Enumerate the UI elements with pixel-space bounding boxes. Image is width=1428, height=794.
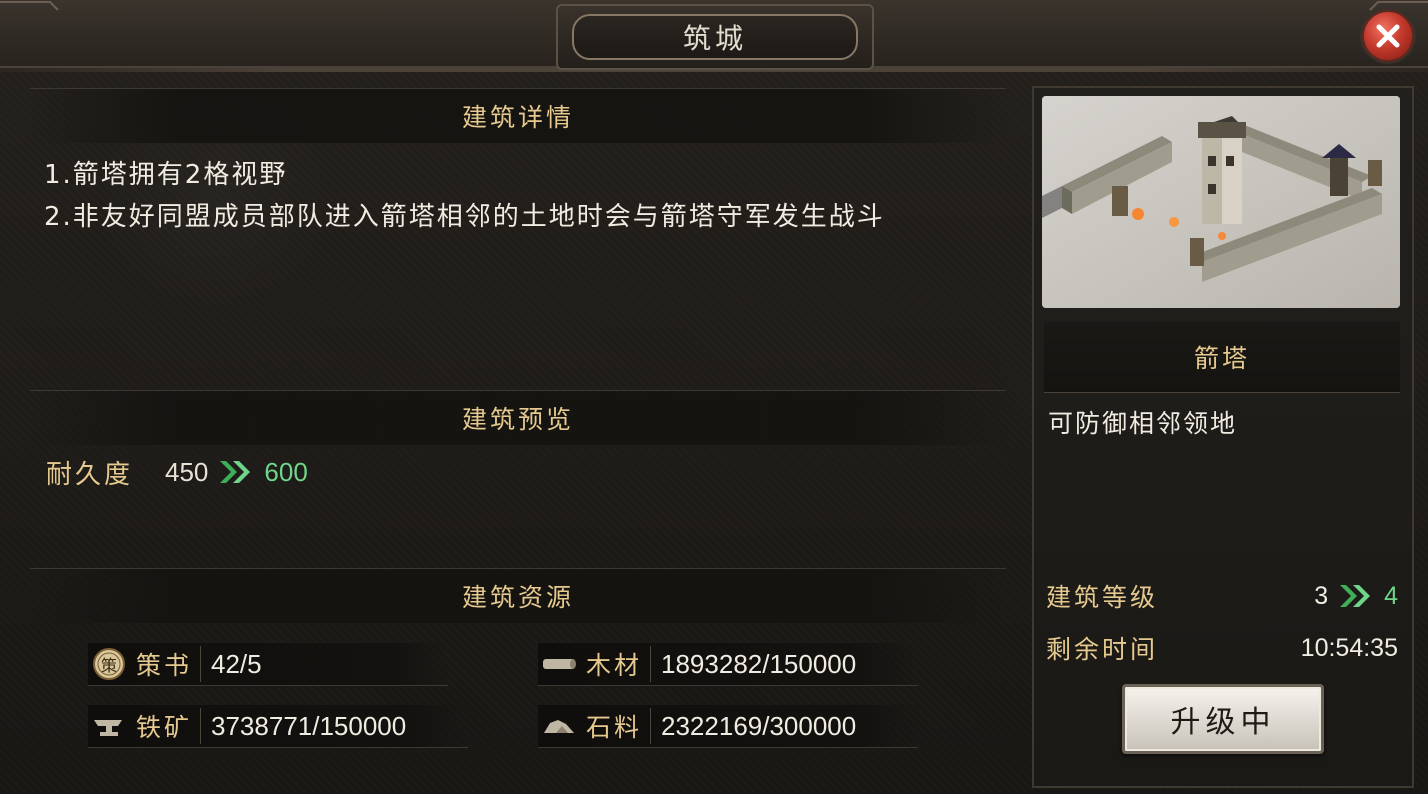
strategy-book-icon: 策: [88, 643, 130, 685]
wood-icon: [538, 643, 580, 685]
window-title: 筑城: [572, 14, 858, 60]
durability-current: 450: [165, 456, 209, 487]
building-card: 箭塔 可防御相邻领地 建筑等级 3 4 剩余时间 10:54:35 升级中: [1032, 86, 1414, 788]
resource-iron: 铁矿 3738771/150000: [88, 705, 468, 748]
resource-strategy-book: 策 策书 42/5: [88, 643, 448, 686]
building-name: 箭塔: [1044, 322, 1400, 393]
level-next: 4: [1384, 581, 1398, 610]
corner-ornament-left: [0, 1, 59, 11]
building-level-label: 建筑等级: [1046, 583, 1159, 612]
resource-stone: 石料 2322169/300000: [538, 705, 918, 748]
remaining-time-row: 剩余时间 10:54:35: [1046, 628, 1398, 668]
resource-label: 木材: [580, 646, 652, 682]
building-info-panel: 建筑详情 1.箭塔拥有2格视野 2.非友好同盟成员部队进入箭塔相邻的土地时会与箭…: [30, 88, 1006, 788]
details-line-1: 1.箭塔拥有2格视野: [44, 160, 288, 190]
resource-label: 策书: [130, 646, 202, 682]
level-current: 3: [1314, 581, 1329, 610]
resource-value: 1893282/150000: [661, 648, 857, 679]
resources-header: 建筑资源: [30, 568, 1006, 623]
stone-icon: [538, 705, 580, 747]
close-icon: [1376, 24, 1400, 48]
durability-row: 耐久度 450 600: [46, 452, 308, 492]
upgrade-arrow-icon: [1338, 583, 1374, 609]
iron-ore-icon: [88, 705, 130, 747]
resource-wood: 木材 1893282/150000: [538, 643, 918, 686]
resource-label: 铁矿: [130, 708, 202, 744]
preview-header: 建筑预览: [30, 390, 1006, 445]
title-plate: 筑城: [556, 4, 874, 70]
building-level-row: 建筑等级 3 4: [1046, 576, 1398, 616]
details-text: 1.箭塔拥有2格视野 2.非友好同盟成员部队进入箭塔相邻的土地时会与箭塔守军发生…: [44, 154, 1004, 238]
upgrading-button[interactable]: 升级中: [1122, 684, 1324, 754]
upgrade-arrow-icon: [218, 459, 254, 485]
building-description: 可防御相邻领地: [1048, 409, 1238, 438]
details-line-2: 2.非友好同盟成员部队进入箭塔相邻的土地时会与箭塔守军发生战斗: [44, 202, 885, 232]
remaining-time-value: 10:54:35: [1300, 633, 1398, 662]
durability-label: 耐久度: [46, 459, 134, 490]
building-level-value: 3 4: [1314, 582, 1398, 611]
durability-next: 600: [264, 456, 308, 487]
resource-value: 2322169/300000: [661, 710, 857, 741]
details-header: 建筑详情: [30, 88, 1006, 143]
resource-value: 3738771/150000: [211, 710, 407, 741]
resource-label: 石料: [580, 708, 652, 744]
resource-value: 42/5: [211, 648, 262, 679]
close-button[interactable]: [1362, 10, 1414, 62]
strategy-book-icon-char: 策: [100, 656, 117, 675]
remaining-time-label: 剩余时间: [1046, 635, 1159, 664]
arrow-tower-image: [1042, 96, 1400, 308]
